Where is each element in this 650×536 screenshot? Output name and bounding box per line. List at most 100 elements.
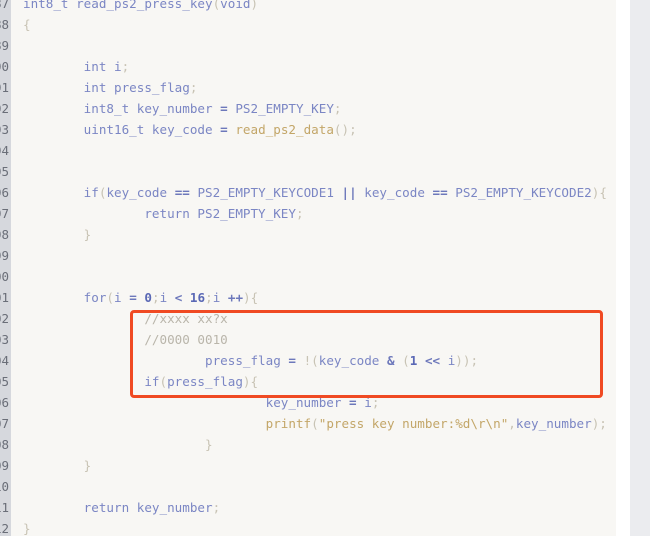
- code-token: void: [220, 0, 251, 11]
- code-token: =: [220, 101, 228, 116]
- code-surface[interactable]: int8_t read_ps2_press_key(void){ int i; …: [11, 0, 616, 536]
- line-number: 96: [0, 185, 9, 200]
- code-token: ){: [591, 185, 607, 200]
- line-number: 90: [0, 59, 9, 74]
- line-number: 111: [0, 500, 9, 515]
- code-token: =: [129, 290, 137, 305]
- line-number: 110: [0, 479, 9, 494]
- vertical-scrollbar-track[interactable]: [630, 0, 650, 536]
- code-token: read_ps2_press_key: [76, 0, 213, 11]
- line-number: 87: [0, 0, 9, 11]
- code-token: ));: [455, 353, 479, 368]
- code-token: ();: [333, 122, 357, 137]
- code-token: key_number: [515, 416, 592, 431]
- line-number: 104: [0, 353, 9, 368]
- code-token: {: [23, 17, 31, 32]
- code-token: i: [356, 395, 372, 410]
- code-token: ++: [227, 290, 244, 305]
- code-line: printf("press key number:%d\r\n",key_num…: [11, 413, 616, 434]
- code-token: ): [250, 0, 259, 11]
- code-token: key_code: [106, 185, 175, 200]
- code-line: if(press_flag){: [11, 371, 616, 392]
- code-token: ;: [333, 101, 342, 116]
- line-number-gutter: 87 88 89 90 91 92 93 94 95 96 97 98 99 100 101 102 103 10…: [0, 0, 11, 536]
- code-line: }: [11, 224, 616, 245]
- code-token: );: [591, 416, 607, 431]
- code-line: if(key_code == PS2_EMPTY_KEYCODE1 || key…: [11, 182, 616, 203]
- code-token: PS2_EMPTY_KEYCODE1: [189, 185, 342, 200]
- code-token: PS2_EMPTY_KEYCODE2: [447, 185, 592, 200]
- line-number: 112: [0, 521, 9, 536]
- code-token: =: [349, 395, 357, 410]
- line-number: 108: [0, 437, 9, 452]
- code-line: //0000 0010: [11, 329, 616, 350]
- code-token: (: [159, 374, 168, 389]
- code-token: ==: [174, 185, 190, 200]
- code-token: 0: [144, 290, 152, 305]
- code-token: !(: [295, 353, 319, 368]
- code-line: }: [11, 518, 616, 536]
- code-token: "press key number:%d\r\n": [318, 416, 509, 431]
- code-lines: int8_t read_ps2_press_key(void){ int i; …: [11, 0, 616, 536]
- code-token: (: [106, 290, 115, 305]
- code-token: ;: [212, 500, 221, 515]
- code-token: int8_t key_number: [83, 101, 221, 116]
- code-token: ){: [243, 290, 259, 305]
- code-line: for(i = 0;i < 16;i ++){: [11, 287, 616, 308]
- code-line: int i;: [11, 56, 616, 77]
- line-number: 106: [0, 395, 9, 410]
- line-number: 98: [0, 227, 9, 242]
- code-token: //0000 0010: [144, 332, 228, 347]
- code-token: int8_t: [23, 0, 69, 11]
- code-token: printf: [265, 416, 312, 431]
- code-viewer: 87 88 89 90 91 92 93 94 95 96 97 98 99 100 101 102 103 10…: [0, 0, 650, 536]
- code-token: ,: [508, 416, 516, 431]
- line-number: 100: [0, 269, 9, 284]
- code-token: ;: [371, 395, 380, 410]
- code-line: int press_flag;: [11, 77, 616, 98]
- code-line: {: [11, 14, 616, 35]
- code-token: //xxxx xx?x: [144, 311, 228, 326]
- code-line: int8_t read_ps2_press_key(void): [11, 0, 616, 14]
- code-token: if: [144, 374, 160, 389]
- code-line: key_number = i;: [11, 392, 616, 413]
- code-line: uint16_t key_code = read_ps2_data();: [11, 119, 616, 140]
- code-token: i: [440, 353, 456, 368]
- code-token: uint16_t key_code: [83, 122, 221, 137]
- code-line: int8_t key_number = PS2_EMPTY_KEY;: [11, 98, 616, 119]
- code-token: ){: [242, 374, 259, 389]
- line-number: 93: [0, 122, 9, 137]
- line-number: 97: [0, 206, 9, 221]
- code-token: &: [386, 353, 395, 368]
- code-token: ==: [432, 185, 448, 200]
- code-token: =: [288, 353, 296, 368]
- code-token: return key_number: [83, 500, 213, 515]
- line-number: 103: [0, 332, 9, 347]
- code-token: }: [83, 458, 92, 473]
- code-token: int i: [83, 59, 122, 74]
- code-token: =: [220, 122, 228, 137]
- line-number: 88: [0, 17, 9, 32]
- code-token: for: [83, 290, 107, 305]
- code-line: }: [11, 434, 616, 455]
- code-token: (: [311, 416, 319, 431]
- line-number: 107: [0, 416, 9, 431]
